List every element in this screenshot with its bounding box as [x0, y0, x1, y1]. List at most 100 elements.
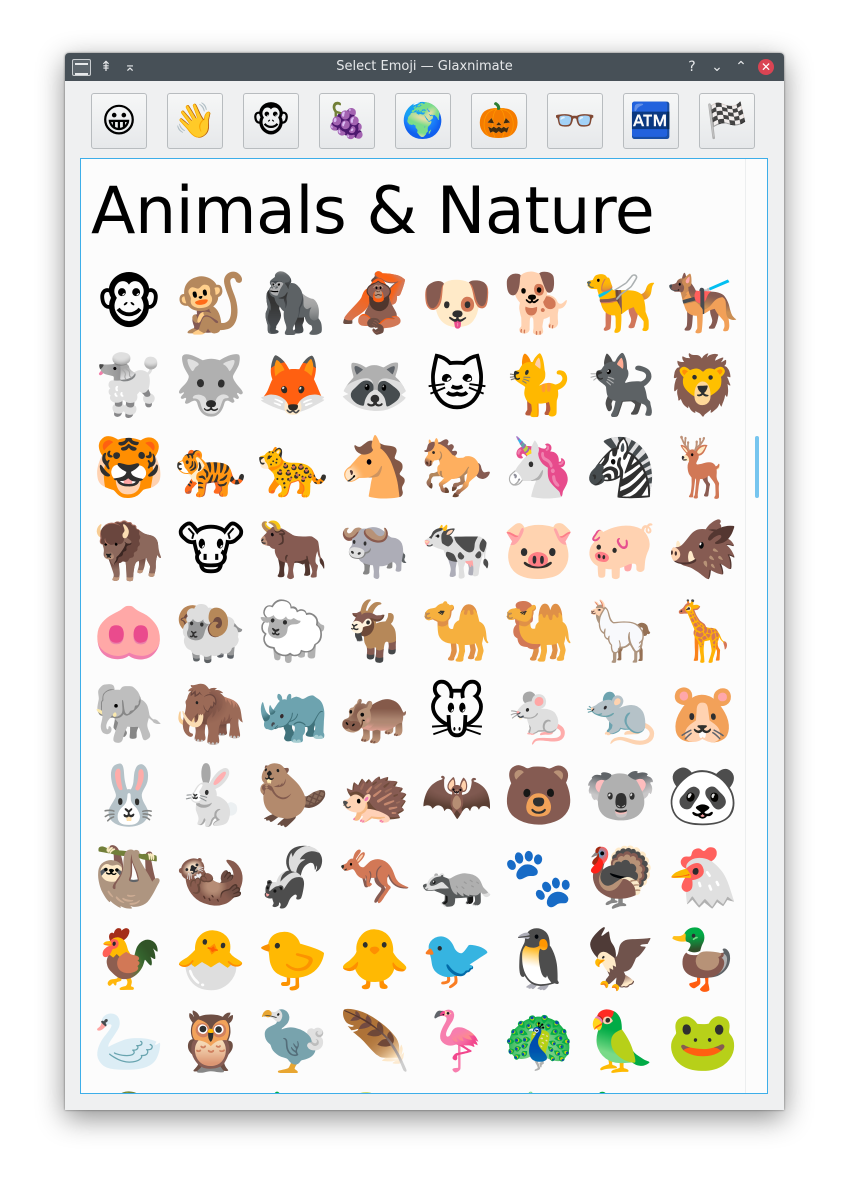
emoji-item[interactable]: 🦥: [89, 837, 169, 917]
emoji-item[interactable]: 🐴: [335, 427, 415, 507]
emoji-item[interactable]: 🐺: [171, 345, 251, 425]
emoji-item[interactable]: 🐥: [335, 919, 415, 999]
animals-category-button[interactable]: 🐵: [243, 93, 299, 149]
emoji-item[interactable]: 🐑: [253, 591, 333, 671]
emoji-item[interactable]: 🐲: [417, 1083, 497, 1093]
emoji-item[interactable]: 🐽: [89, 591, 169, 671]
emoji-item[interactable]: 🐸: [663, 1001, 743, 1081]
emoji-item[interactable]: 🐓: [89, 919, 169, 999]
emoji-item[interactable]: 🐻: [499, 755, 579, 835]
activities-category-button[interactable]: 🎃: [471, 93, 527, 149]
title-bar[interactable]: ⇞ ⌅ Select Emoji — Glaxnimate ? ⌄ ⌃ ✕: [65, 53, 784, 81]
emoji-item[interactable]: 🐐: [335, 591, 415, 671]
emoji-item[interactable]: 🐔: [663, 837, 743, 917]
emoji-item[interactable]: 🐤: [253, 919, 333, 999]
emoji-item[interactable]: 🦅: [581, 919, 661, 999]
emoji-item[interactable]: 🐮: [171, 509, 251, 589]
vertical-scrollbar[interactable]: [745, 159, 767, 1093]
emoji-item[interactable]: 🦜: [581, 1001, 661, 1081]
emoji-item[interactable]: 🐪: [417, 591, 497, 671]
emoji-item[interactable]: 🦣: [171, 673, 251, 753]
emoji-item[interactable]: 🦄: [499, 427, 579, 507]
emoji-item[interactable]: 🐧: [499, 919, 579, 999]
emoji-item[interactable]: 🐩: [89, 345, 169, 425]
emoji-item[interactable]: 🦕: [581, 1083, 661, 1093]
objects-category-button[interactable]: 👓: [547, 93, 603, 149]
emoji-item[interactable]: 🐾: [499, 837, 579, 917]
emoji-item[interactable]: 🐎: [417, 427, 497, 507]
emoji-item[interactable]: 🐣: [171, 919, 251, 999]
emoji-item[interactable]: 🦓: [581, 427, 661, 507]
emoji-item[interactable]: 🐃: [335, 509, 415, 589]
emoji-item[interactable]: 🐦: [417, 919, 497, 999]
emoji-item[interactable]: 🐅: [171, 427, 251, 507]
emoji-item[interactable]: 🐯: [89, 427, 169, 507]
flags-category-button[interactable]: 🏁: [699, 93, 755, 149]
emoji-item[interactable]: 🦘: [335, 837, 415, 917]
emoji-item[interactable]: 🦢: [89, 1001, 169, 1081]
emoji-item[interactable]: 🐘: [89, 673, 169, 753]
emoji-item[interactable]: 🦍: [253, 263, 333, 343]
emoji-item[interactable]: 🐁: [499, 673, 579, 753]
food-category-button[interactable]: 🍇: [319, 93, 375, 149]
emoji-item[interactable]: 🦁: [663, 345, 743, 425]
emoji-item[interactable]: 🐭: [417, 673, 497, 753]
help-button[interactable]: ?: [683, 58, 701, 76]
people-category-button[interactable]: 👋: [167, 93, 223, 149]
emoji-item[interactable]: 🦉: [171, 1001, 251, 1081]
emoji-item[interactable]: 🐏: [171, 591, 251, 671]
emoji-item[interactable]: 🐂: [253, 509, 333, 589]
emoji-item[interactable]: 🦛: [335, 673, 415, 753]
emoji-item[interactable]: 🐈‍⬛: [581, 345, 661, 425]
emoji-item[interactable]: 🐕: [499, 263, 579, 343]
emoji-item[interactable]: 🦦: [171, 837, 251, 917]
minimize-button[interactable]: ⌄: [708, 58, 726, 76]
emoji-item[interactable]: 🐇: [171, 755, 251, 835]
emoji-item[interactable]: 🐈: [499, 345, 579, 425]
emoji-item[interactable]: 🦎: [253, 1083, 333, 1093]
emoji-item[interactable]: 🐶: [417, 263, 497, 343]
emoji-item[interactable]: 🦫: [253, 755, 333, 835]
emoji-item[interactable]: 🐹: [663, 673, 743, 753]
emoji-item[interactable]: 🐱: [417, 345, 497, 425]
emoji-item[interactable]: 🐗: [663, 509, 743, 589]
smileys-category-button[interactable]: 😀: [91, 93, 147, 149]
emoji-item[interactable]: 🐼: [663, 755, 743, 835]
emoji-item[interactable]: 🐖: [581, 509, 661, 589]
emoji-item[interactable]: 🐫: [499, 591, 579, 671]
emoji-item[interactable]: 🦒: [663, 591, 743, 671]
maximize-button[interactable]: ⌃: [732, 58, 750, 76]
symbols-category-button[interactable]: 🏧: [623, 93, 679, 149]
emoji-item[interactable]: 🐵: [89, 263, 169, 343]
emoji-item[interactable]: 🐊: [89, 1083, 169, 1093]
close-button[interactable]: ✕: [758, 59, 774, 75]
emoji-item[interactable]: 🦡: [417, 837, 497, 917]
emoji-item[interactable]: 🐨: [581, 755, 661, 835]
travel-category-button[interactable]: 🌍: [395, 93, 451, 149]
emoji-item[interactable]: 🐆: [253, 427, 333, 507]
emoji-item[interactable]: 🐀: [581, 673, 661, 753]
emoji-item[interactable]: 🦆: [663, 919, 743, 999]
emoji-item[interactable]: 🐰: [89, 755, 169, 835]
emoji-item[interactable]: 🦬: [89, 509, 169, 589]
emoji-item[interactable]: 🪶: [335, 1001, 415, 1081]
emoji-item[interactable]: 🦮: [581, 263, 661, 343]
emoji-item[interactable]: 🦔: [335, 755, 415, 835]
emoji-item[interactable]: 🐄: [417, 509, 497, 589]
emoji-item[interactable]: 🦧: [335, 263, 415, 343]
emoji-item[interactable]: 🦚: [499, 1001, 579, 1081]
emoji-item[interactable]: 🦏: [253, 673, 333, 753]
emoji-item[interactable]: 🦇: [417, 755, 497, 835]
emoji-item[interactable]: 🐕‍🦺: [663, 263, 743, 343]
emoji-item[interactable]: 🐢: [171, 1083, 251, 1093]
emoji-item[interactable]: 🦝: [335, 345, 415, 425]
emoji-item[interactable]: 🐉: [499, 1083, 579, 1093]
emoji-item[interactable]: 🦨: [253, 837, 333, 917]
emoji-item[interactable]: 🐒: [171, 263, 251, 343]
emoji-item[interactable]: 🐍: [335, 1083, 415, 1093]
emoji-item[interactable]: 🦤: [253, 1001, 333, 1081]
emoji-item[interactable]: 🦊: [253, 345, 333, 425]
scrollbar-thumb[interactable]: [755, 436, 759, 498]
emoji-list-panel[interactable]: Animals & Nature 🐵 🐒 🦍 🦧 🐶 🐕 🦮 🐕‍🦺 🐩 🐺 🦊 🦝 🐱 🐈 🐈‍⬛ 🦁 🐯 🐅 🐆…: [80, 158, 768, 1094]
emoji-item[interactable]: 🦩: [417, 1001, 497, 1081]
